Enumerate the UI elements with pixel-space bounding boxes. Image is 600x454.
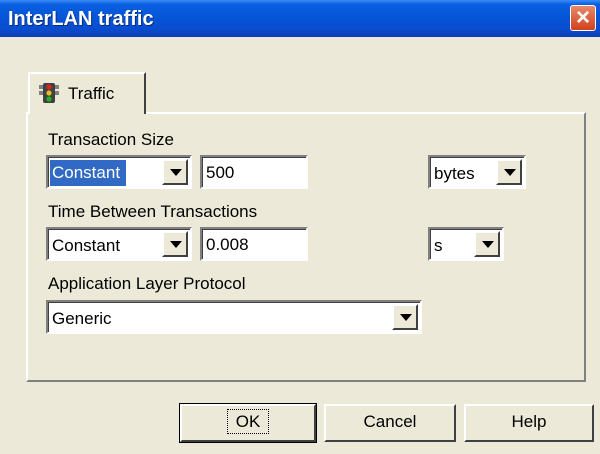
chevron-down-icon[interactable] [162,159,188,185]
help-button[interactable]: Help [464,404,594,442]
chevron-down-icon[interactable] [162,231,188,257]
chevron-down-icon[interactable] [496,159,522,185]
chevron-down-icon[interactable] [474,231,500,257]
close-button[interactable]: × [570,5,596,31]
traffic-light-icon [39,83,59,103]
chevron-down-icon[interactable] [392,304,418,330]
transaction-size-label: Transaction Size [48,130,174,149]
transaction-size-value-field[interactable]: 500 [200,155,308,189]
dialog-window: InterLAN traffic × Traffic Transaction S… [0,0,600,454]
selected-value: Constant [52,236,121,255]
tab-traffic[interactable]: Traffic [28,72,146,114]
protocol-select[interactable]: Generic [46,300,422,334]
cancel-button[interactable]: Cancel [324,404,456,442]
title-bar[interactable]: InterLAN traffic × [0,0,600,37]
time-between-unit-select[interactable]: s [428,227,504,261]
ok-button[interactable]: OK [179,403,317,443]
selected-value: s [434,236,443,255]
transaction-size-distribution-select[interactable]: Constant [46,155,192,189]
selected-value: Generic [52,309,112,328]
tab-label: Traffic [68,84,115,103]
time-between-distribution-select[interactable]: Constant [46,227,192,261]
time-between-value-field[interactable]: 0.008 [200,227,308,261]
selected-value: Constant [50,160,127,186]
transaction-size-unit-select[interactable]: bytes [428,155,526,189]
protocol-label: Application Layer Protocol [48,274,246,293]
window-title: InterLAN traffic [8,8,154,30]
time-between-label: Time Between Transactions [48,202,258,221]
selected-value: bytes [434,164,475,183]
close-icon: × [575,4,590,31]
